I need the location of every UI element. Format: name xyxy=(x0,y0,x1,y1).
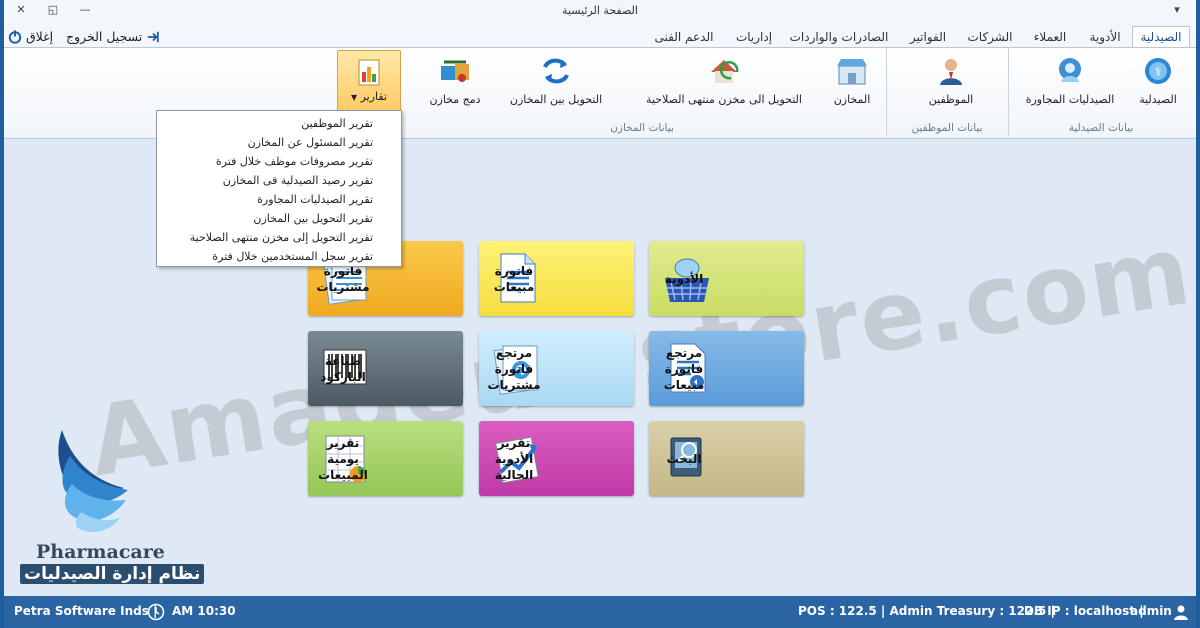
status-db-ip: DB IP : localhost | xyxy=(1024,604,1144,618)
neighbor-pharmacies-label: الصيدليات المجاورة xyxy=(1025,93,1115,106)
logout-button[interactable]: تسجيل الخروج xyxy=(66,27,160,47)
reports-label: تقارير xyxy=(360,90,388,103)
tab-support[interactable]: الدعم الفنى xyxy=(642,27,726,47)
minimize-window-button[interactable]: — xyxy=(76,3,94,19)
medicines-tile[interactable]: الأدوية xyxy=(649,241,804,316)
employees-button[interactable]: الموظفين xyxy=(916,50,986,116)
store-icon xyxy=(837,59,867,85)
restore-window-button[interactable]: ◱ xyxy=(44,3,62,19)
group-pharmacy-label: بيانات الصيدلية xyxy=(1068,122,1134,134)
chevron-down-icon: ▼ xyxy=(350,93,358,102)
menu-item-pharmacy-balance-report[interactable]: تقرير رصيد الصيدلية فى المخازن xyxy=(223,171,373,190)
merge-stores-icon xyxy=(441,60,469,82)
status-time: AM 10:30 xyxy=(172,604,236,618)
merge-stores-label: دمج مخازن xyxy=(429,93,481,106)
menu-item-employees-report[interactable]: تقرير الموظفين xyxy=(301,114,373,133)
tab-customers[interactable]: العملاء xyxy=(1024,27,1076,47)
user-icon xyxy=(1174,605,1188,620)
menu-item-users-log-report[interactable]: تقرير سجل المستخدمين خلال فترة xyxy=(212,247,373,266)
close-window-button[interactable]: ✕ xyxy=(12,3,30,19)
sales-return-tile[interactable]: مرتجع فاتورة مبيعات xyxy=(649,331,804,406)
tab-exports-imports[interactable]: الصادرات والواردات xyxy=(782,27,896,47)
window-title: الصفحة الرئيسية xyxy=(562,4,638,17)
tab-invoices[interactable]: الفواتير xyxy=(900,27,956,47)
search-label: البحث xyxy=(666,451,702,466)
sales-return-label: مرتجع فاتورة مبيعات xyxy=(663,345,705,392)
transfer-expired-label: التحويل الى مخزن منتهى الصلاحية xyxy=(646,93,802,106)
title-bar: الصفحة الرئيسية ✕ ◱ — ▾ xyxy=(4,0,1196,25)
status-user: admin xyxy=(1130,604,1172,618)
tab-pharmacy[interactable]: الصيدلية xyxy=(1132,26,1190,49)
stores-button[interactable]: المخازن xyxy=(824,50,880,116)
tab-administration[interactable]: إداريات xyxy=(730,27,778,47)
transfer-between-button[interactable]: التحويل بين المخازن xyxy=(504,50,608,116)
employees-icon xyxy=(940,59,962,85)
neighbor-pharmacies-button[interactable]: الصيدليات المجاورة xyxy=(1018,50,1122,116)
group-separator xyxy=(1008,48,1009,136)
current-medicines-report-label: تقرير الأدوية الحالية xyxy=(494,435,534,482)
pharmacy-button[interactable]: ⚕ الصيدلية xyxy=(1128,50,1188,116)
menu-item-stores-manager-report[interactable]: تقرير المسئول عن المخازن xyxy=(248,133,373,152)
pharmacare-logo-icon xyxy=(58,430,128,533)
tab-companies[interactable]: الشركات xyxy=(960,27,1020,47)
sales-invoice-tile[interactable]: فاتورة مبيعات xyxy=(479,241,634,316)
neighbor-pharmacies-icon xyxy=(1059,58,1081,82)
pharmacy-label: الصيدلية xyxy=(1139,93,1177,106)
menu-item-transfer-expired-report[interactable]: تقرير التحويل إلى مخزن منتهى الصلاحية xyxy=(190,228,373,247)
reports-menu: تقرير الموظفين تقرير المسئول عن المخازن … xyxy=(156,110,402,267)
purchase-return-tile[interactable]: مرتجع فاتورة مشتريات xyxy=(479,331,634,406)
transfer-expired-icon xyxy=(711,60,739,83)
ribbon-tabs: إغلاق تسجيل الخروج الصيدلية الأدوية العم… xyxy=(4,24,1196,49)
reports-chart-icon xyxy=(358,59,380,86)
close-app-button[interactable]: إغلاق xyxy=(8,27,53,47)
clock-icon xyxy=(147,603,165,621)
logout-arrow-icon xyxy=(148,31,159,43)
sales-invoice-label: فاتورة مبيعات xyxy=(493,263,535,294)
reports-dropdown-button[interactable]: ▼ تقارير xyxy=(337,50,401,114)
daily-sales-report-tile[interactable]: تقرير يومية المبيعات xyxy=(308,421,463,496)
svg-text:⚕: ⚕ xyxy=(1154,65,1161,80)
print-barcode-tile[interactable]: طباعة الباركود xyxy=(308,331,463,406)
print-barcode-label: طباعة الباركود xyxy=(320,353,366,384)
brand-subtitle: نظام إدارة الصيدليات xyxy=(20,564,205,584)
transfer-between-label: التحويل بين المخازن xyxy=(509,93,603,106)
group-stores-label: بيانات المخازن xyxy=(610,122,674,134)
transfer-expired-button[interactable]: التحويل الى مخزن منتهى الصلاحية xyxy=(636,50,812,116)
stores-label: المخازن xyxy=(833,93,871,106)
quick-access-arrow-icon[interactable]: ▾ xyxy=(1168,3,1186,19)
daily-sales-report-label: تقرير يومية المبيعات xyxy=(318,435,368,482)
app-window: الصفحة الرئيسية ✕ ◱ — ▾ إغلاق تسجيل الخر… xyxy=(4,0,1199,628)
group-separator xyxy=(886,48,887,136)
current-medicines-report-tile[interactable]: تقرير الأدوية الحالية xyxy=(479,421,634,496)
group-employees-label: بيانات الموظفين xyxy=(911,122,983,134)
menu-item-employee-expenses-report[interactable]: تقرير مصروفات موظف خلال فترة xyxy=(216,152,373,171)
status-company: Petra Software Inds | xyxy=(14,604,158,618)
close-app-label: إغلاق xyxy=(25,29,54,44)
purchase-return-label: مرتجع فاتورة مشتريات xyxy=(487,345,541,392)
tab-medicines[interactable]: الأدوية xyxy=(1080,27,1130,47)
logout-label: تسجيل الخروج xyxy=(66,29,143,44)
power-icon xyxy=(8,30,22,44)
status-bar: Petra Software Inds | AM 10:30 POS : 122… xyxy=(4,596,1196,628)
search-tile[interactable]: البحث xyxy=(649,421,804,496)
menu-item-transfer-between-report[interactable]: تقرير التحويل بين المخازن xyxy=(253,209,373,228)
medicines-label: الأدوية xyxy=(664,271,704,286)
employees-label: الموظفين xyxy=(928,93,974,106)
brand-name: Pharmacare xyxy=(36,541,165,563)
pharmacy-icon: ⚕ xyxy=(1145,58,1171,84)
transfer-arrows-icon xyxy=(543,58,569,84)
merge-stores-button[interactable]: دمج مخازن xyxy=(422,50,488,116)
status-pos-treasury: POS : 122.5 | Admin Treasury : 122.5 | xyxy=(798,604,1055,618)
menu-item-neighbor-pharmacies-report[interactable]: تقرير الصيدليات المجاورة xyxy=(257,190,373,209)
